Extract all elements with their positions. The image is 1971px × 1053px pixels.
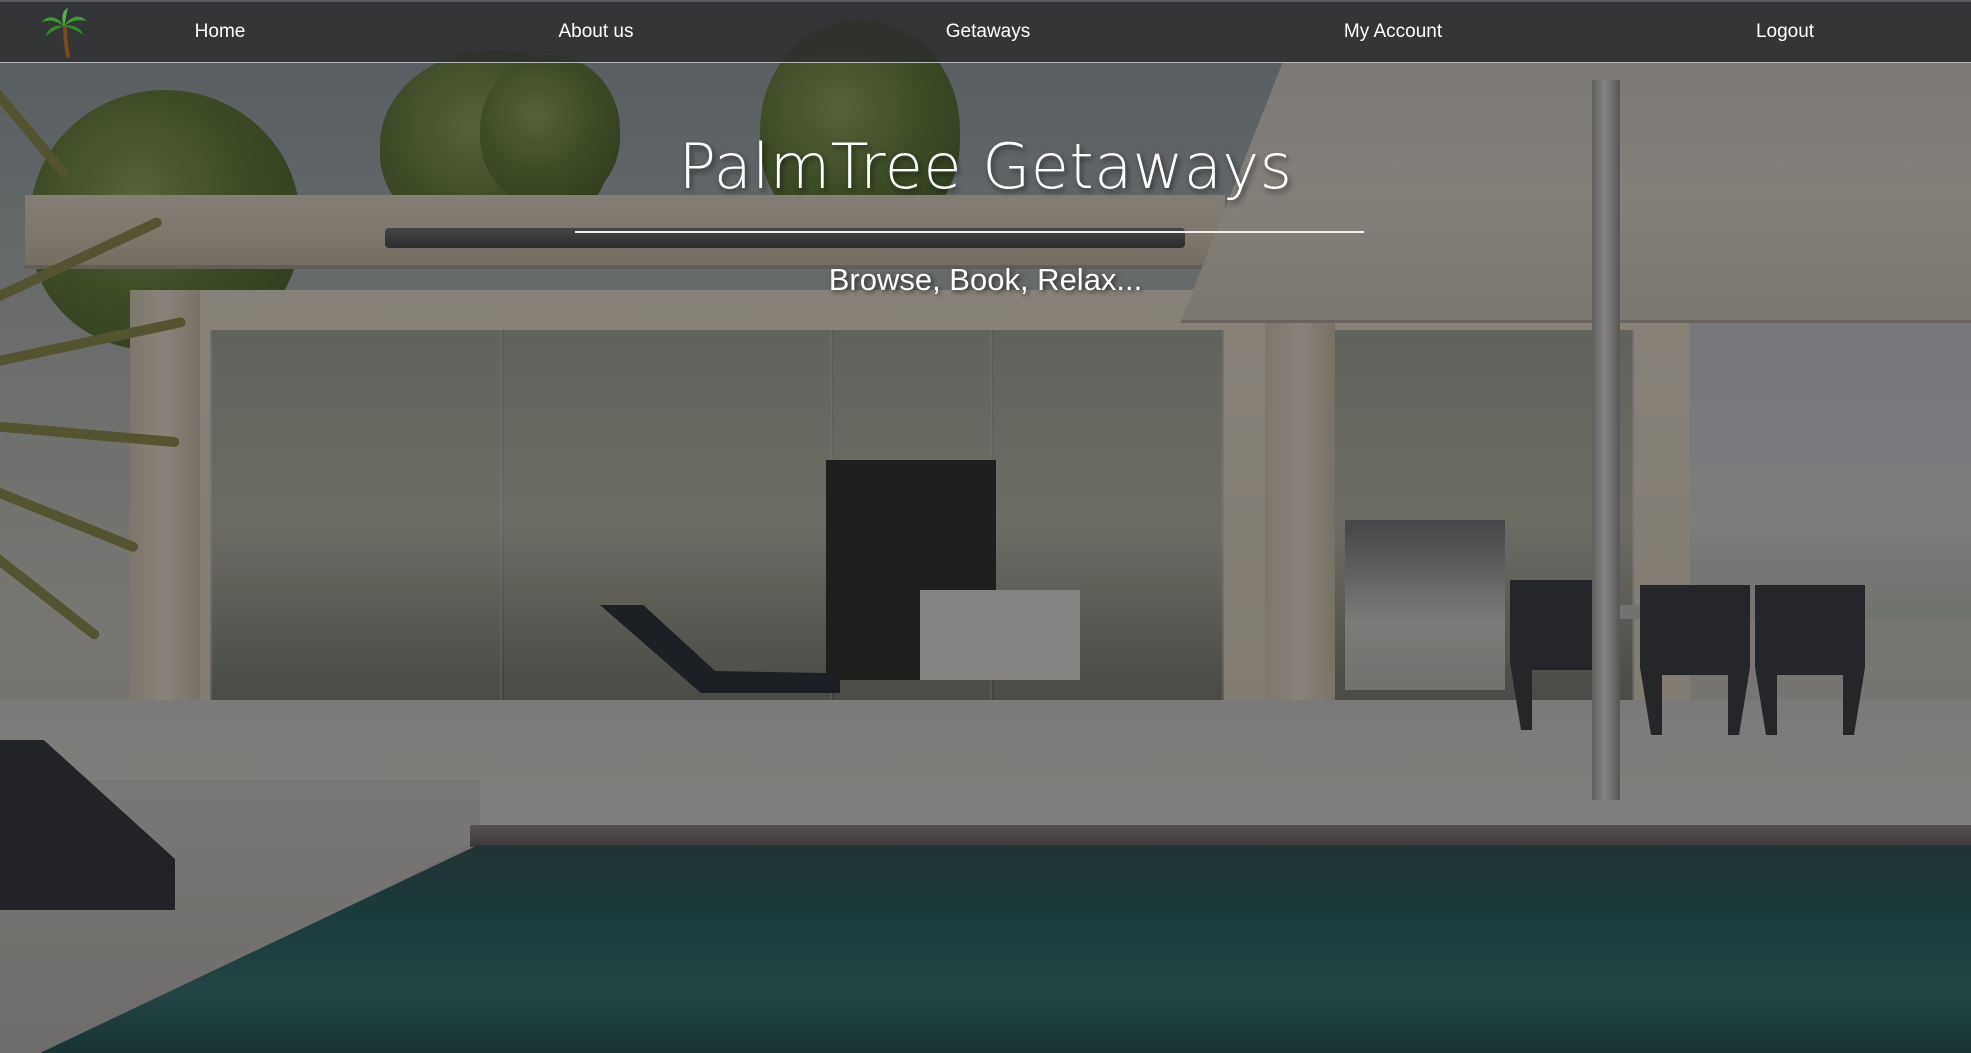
title-divider bbox=[575, 231, 1364, 233]
nav-logout-link[interactable]: Logout bbox=[1756, 21, 1814, 43]
top-navbar: Home About us Getaways My Account Logout bbox=[0, 0, 1971, 63]
page-title: PalmTree Getaways bbox=[678, 130, 1293, 203]
nav-getaways-link[interactable]: Getaways bbox=[946, 21, 1030, 43]
nav-my-account-link[interactable]: My Account bbox=[1344, 21, 1442, 43]
nav-home-link[interactable]: Home bbox=[195, 21, 246, 43]
hero-tagline: Browse, Book, Relax... bbox=[828, 262, 1143, 297]
palm-tree-logo-icon[interactable] bbox=[38, 6, 90, 58]
nav-about-us-link[interactable]: About us bbox=[559, 21, 634, 43]
